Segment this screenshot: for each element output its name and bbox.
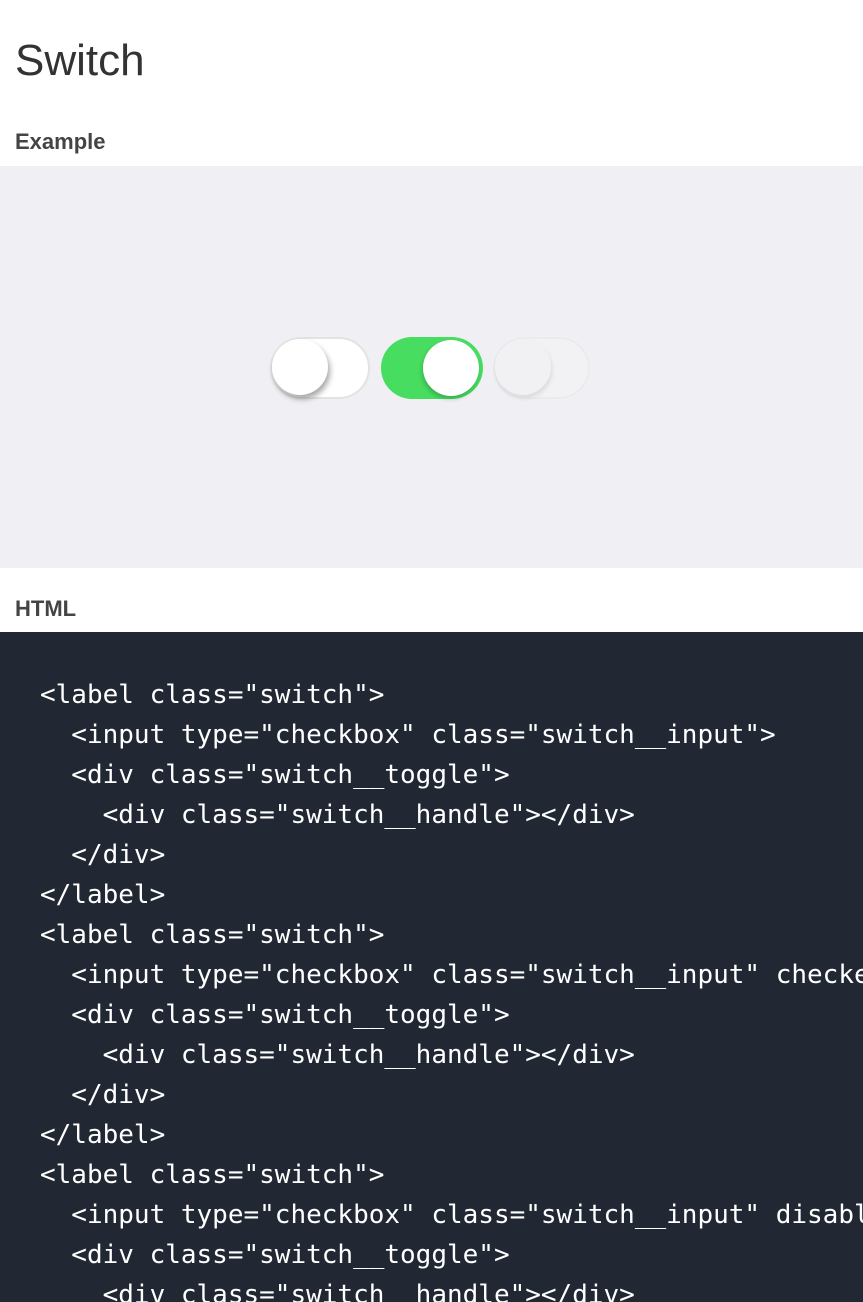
code-line: <input type="checkbox" class="switch__in… [40,720,776,750]
example-heading: Example [15,129,106,154]
code-line: </label> [40,1120,166,1150]
code-text: <label class="switch"> <input type="chec… [40,675,863,1302]
code-line: </label> [40,880,166,910]
code-line: <div class="switch__toggle"> [40,760,510,790]
code-line: <input type="checkbox" class="switch__in… [40,1200,863,1230]
html-heading: HTML [15,596,77,621]
code-line: <div class="switch__handle"></div> [40,1040,635,1070]
switch-on[interactable] [381,337,483,399]
page-title: Switch [15,36,145,85]
switch-handle [495,339,551,395]
code-line: </div> [40,840,166,870]
switch-off[interactable] [270,337,370,399]
switch-disabled [493,337,590,399]
code-line: <div class="switch__toggle"> [40,1000,510,1030]
code-line: <label class="switch"> [40,1160,385,1190]
code-line: </div> [40,1080,166,1110]
code-line: <label class="switch"> [40,920,385,950]
example-area [0,166,863,568]
code-line: <input type="checkbox" class="switch__in… [40,960,863,990]
code-line: <div class="switch__handle"></div> [40,800,635,830]
code-line: <div class="switch__toggle"> [40,1240,510,1270]
code-line: <label class="switch"> [40,680,385,710]
switch-handle [272,339,328,395]
switch-handle [423,340,479,396]
code-block: <label class="switch"> <input type="chec… [0,632,863,1302]
code-line: <div class="switch__handle"></div> [40,1280,635,1302]
